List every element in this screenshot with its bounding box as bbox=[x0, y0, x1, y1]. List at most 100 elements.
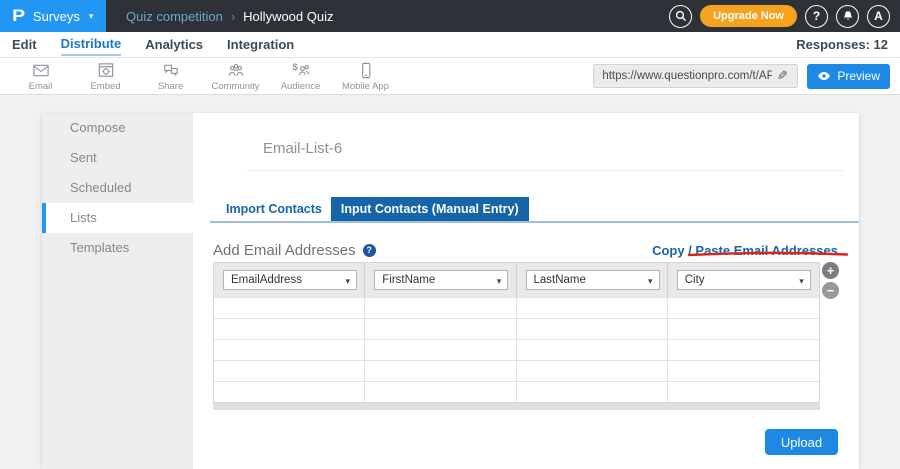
responses-count: Responses: 12 bbox=[796, 37, 888, 52]
toolbar-label: Email bbox=[29, 81, 53, 92]
sidebar-item-scheduled[interactable]: Scheduled bbox=[42, 173, 193, 203]
nav-tab-analytics[interactable]: Analytics bbox=[145, 34, 203, 55]
contact-table-body bbox=[214, 297, 819, 402]
table-row bbox=[214, 318, 819, 339]
embed-icon bbox=[96, 61, 116, 80]
table-cell[interactable] bbox=[365, 298, 516, 318]
svg-text:$: $ bbox=[292, 62, 298, 73]
contacts-table-zone: EmailAddress FirstName LastName City bbox=[213, 262, 820, 410]
mobile-app-icon bbox=[356, 61, 376, 80]
surveys-menu[interactable]: P Surveys ▾ bbox=[0, 0, 106, 32]
upload-button[interactable]: Upload bbox=[765, 429, 838, 455]
toolbar-right: Preview bbox=[593, 64, 900, 89]
upgrade-now-button[interactable]: Upgrade Now bbox=[700, 5, 797, 27]
edit-url-pencil-icon[interactable] bbox=[772, 68, 792, 84]
toolbar-item-embed[interactable]: Embed bbox=[73, 61, 138, 92]
nav-tab-edit[interactable]: Edit bbox=[12, 34, 37, 55]
row-controls: + − bbox=[822, 262, 839, 299]
remove-row-button[interactable]: − bbox=[822, 282, 839, 299]
table-header-cell: FirstName bbox=[365, 263, 516, 297]
table-cell[interactable] bbox=[214, 361, 365, 381]
toolbar-item-share[interactable]: Share bbox=[138, 61, 203, 92]
audience-icon: $ bbox=[291, 61, 311, 80]
survey-url-input[interactable] bbox=[594, 65, 772, 87]
share-icon bbox=[161, 61, 181, 80]
top-header-bar: P Surveys ▾ Quiz competition › Hollywood… bbox=[0, 0, 900, 32]
tab-input-contacts-manual-entry[interactable]: Input Contacts (Manual Entry) bbox=[331, 197, 529, 221]
table-cell[interactable] bbox=[517, 298, 668, 318]
toolbar-item-audience[interactable]: $ Audience bbox=[268, 61, 333, 92]
sidebar-item-templates[interactable]: Templates bbox=[42, 233, 193, 263]
tabs-underline bbox=[210, 221, 859, 223]
contacts-table: EmailAddress FirstName LastName City bbox=[213, 262, 820, 403]
header-actions: Upgrade Now ? A bbox=[669, 5, 900, 28]
distribute-toolbar: Email Embed Share Community $ Audience bbox=[0, 58, 900, 95]
avatar[interactable]: A bbox=[867, 5, 890, 28]
breadcrumb-separator-icon: › bbox=[231, 9, 235, 24]
tab-import-contacts[interactable]: Import Contacts bbox=[217, 197, 331, 221]
sidebar-item-lists[interactable]: Lists bbox=[42, 203, 193, 233]
toolbar-item-email[interactable]: Email bbox=[8, 61, 73, 92]
sidebar-item-sent[interactable]: Sent bbox=[42, 143, 193, 173]
table-cell[interactable] bbox=[365, 319, 516, 339]
table-header-cell: EmailAddress bbox=[214, 263, 365, 297]
email-sidebar: Compose Sent Scheduled Lists Templates bbox=[42, 113, 193, 469]
product-label: Surveys bbox=[33, 9, 80, 24]
table-cell[interactable] bbox=[668, 319, 819, 339]
horizontal-scrollbar[interactable] bbox=[213, 403, 820, 410]
table-cell[interactable] bbox=[668, 340, 819, 360]
community-icon bbox=[226, 61, 246, 80]
table-cell[interactable] bbox=[214, 298, 365, 318]
table-row bbox=[214, 360, 819, 381]
help-button[interactable]: ? bbox=[805, 5, 828, 28]
table-cell[interactable] bbox=[517, 361, 668, 381]
column-select-firstname[interactable]: FirstName bbox=[374, 270, 508, 290]
table-cell[interactable] bbox=[668, 361, 819, 381]
nav-tab-distribute[interactable]: Distribute bbox=[61, 33, 122, 56]
sidebar-item-compose[interactable]: Compose bbox=[42, 113, 193, 143]
table-cell[interactable] bbox=[214, 319, 365, 339]
toolbar-label: Community bbox=[211, 81, 259, 92]
breadcrumb: Quiz competition › Hollywood Quiz bbox=[126, 9, 334, 24]
add-row-button[interactable]: + bbox=[822, 262, 839, 279]
column-select-lastname[interactable]: LastName bbox=[526, 270, 660, 290]
table-cell[interactable] bbox=[517, 340, 668, 360]
table-cell[interactable] bbox=[668, 298, 819, 318]
table-cell[interactable] bbox=[365, 361, 516, 381]
table-cell[interactable] bbox=[668, 382, 819, 402]
preview-label: Preview bbox=[837, 69, 880, 83]
column-select-city[interactable]: City bbox=[677, 270, 811, 290]
breadcrumb-parent[interactable]: Quiz competition bbox=[126, 9, 223, 24]
table-row bbox=[214, 297, 819, 318]
toolbar-label: Share bbox=[158, 81, 183, 92]
notifications-button[interactable] bbox=[836, 5, 859, 28]
table-cell[interactable] bbox=[365, 382, 516, 402]
table-row bbox=[214, 381, 819, 402]
question-mark-icon: ? bbox=[813, 9, 820, 23]
preview-button[interactable]: Preview bbox=[807, 64, 890, 89]
contacts-table-header: EmailAddress FirstName LastName City bbox=[214, 263, 819, 297]
email-lists-panel: Compose Sent Scheduled Lists Templates E… bbox=[42, 113, 859, 469]
email-icon bbox=[31, 61, 51, 80]
search-button[interactable] bbox=[669, 5, 692, 28]
table-cell[interactable] bbox=[214, 340, 365, 360]
toolbar-label: Audience bbox=[281, 81, 321, 92]
help-tooltip-icon[interactable] bbox=[363, 244, 376, 257]
title-divider bbox=[247, 170, 843, 171]
questionpro-logo-icon: P bbox=[12, 6, 25, 26]
column-select-emailaddress[interactable]: EmailAddress bbox=[223, 270, 357, 290]
table-cell[interactable] bbox=[517, 382, 668, 402]
table-header-cell: LastName bbox=[517, 263, 668, 297]
table-cell[interactable] bbox=[517, 319, 668, 339]
lists-content: Email-List-6 Import Contacts Input Conta… bbox=[193, 113, 859, 469]
section-title: Add Email Addresses bbox=[213, 242, 356, 259]
table-cell[interactable] bbox=[365, 340, 516, 360]
toolbar-item-community[interactable]: Community bbox=[203, 61, 268, 92]
table-cell[interactable] bbox=[214, 382, 365, 402]
survey-url-field bbox=[593, 64, 798, 88]
breadcrumb-current: Hollywood Quiz bbox=[243, 9, 333, 24]
nav-tab-integration[interactable]: Integration bbox=[227, 34, 294, 55]
toolbar-item-mobile-app[interactable]: Mobile App bbox=[333, 61, 398, 92]
toolbar-label: Embed bbox=[90, 81, 120, 92]
contacts-tabs: Import Contacts Input Contacts (Manual E… bbox=[217, 197, 529, 221]
